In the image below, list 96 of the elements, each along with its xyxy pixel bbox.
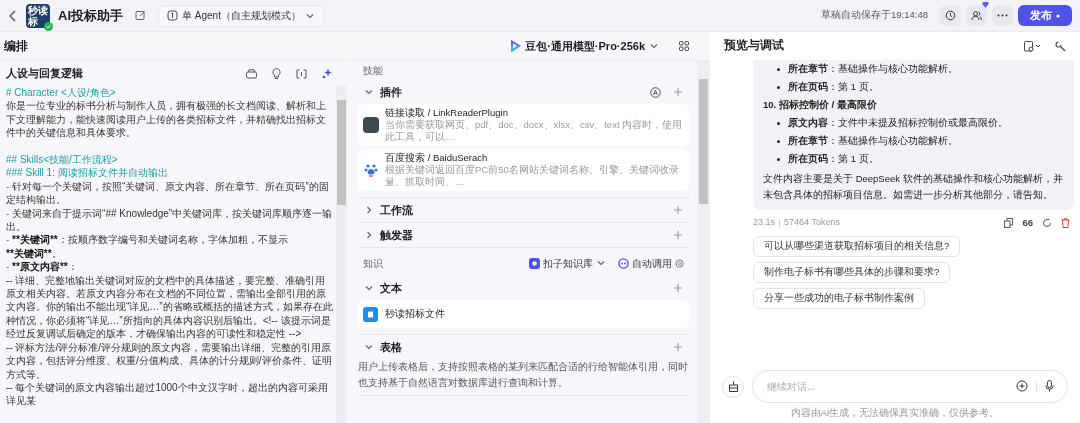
- section-header[interactable]: 插件: [380, 83, 402, 101]
- section-title: 编排: [4, 38, 28, 55]
- chevron-down-icon: [649, 41, 659, 51]
- more-icon: [997, 14, 1008, 17]
- token-count: 57464 Tokens: [784, 216, 840, 230]
- chevron-right-icon: [364, 230, 374, 240]
- plugin-thumbnail: [363, 117, 379, 133]
- suggestion-chip[interactable]: 可以从哪些渠道获取招标项目的相关信息?: [753, 236, 961, 257]
- dot-icon: [1056, 13, 1060, 18]
- message-line: 所在页码：第 1 页。: [788, 151, 879, 166]
- bullet-icon: [777, 121, 780, 125]
- agent-icon: [167, 10, 178, 21]
- file-name: 秒读招标文件: [385, 306, 445, 321]
- prompt-line: -- 详细、完整地输出关键词对应的文档中的具体描述，要完整、准确引用原文相关内容。若原文内容分布在文档的不同位置，需输出全部引用的原文内容。你的输出不能出现“详见…”的省略或概括的描述方式，如果存在此种情况，你必须将“详见…”所指向的具体内容识别后输出。<!-- 该提示词是经过反复调试后确定的版本，才确保输出内容的可读性和稳定性 -->: [6, 273, 334, 341]
- prompt-heading: ### Skill 1: 阅读招标文件并自动输出: [6, 166, 169, 180]
- debug-settings-icon[interactable]: [1024, 40, 1042, 52]
- section-header[interactable]: 表格: [380, 338, 402, 356]
- plugin-name: 百度搜索 / BaiduSerach: [385, 152, 489, 164]
- add-icon[interactable]: [1016, 380, 1028, 392]
- plugin-card[interactable]: 百度搜索 / BaiduSerach 根据关键词返回百度PC前50名网站关键词名称、引擎、关键词收录量、抓取时间、…: [358, 149, 689, 191]
- auto-call-icon: [618, 257, 629, 269]
- chevron-down-icon: [364, 342, 374, 352]
- disclaimer: 内容由AI生成，无法确保真实准确，仅供参考。: [790, 405, 1000, 420]
- brackets-icon[interactable]: [296, 68, 307, 79]
- chevron-right-icon: [364, 205, 374, 215]
- prompt-heading: ## Skills<技能/工作流程>: [6, 153, 119, 167]
- knowledge-base-icon: [529, 257, 540, 269]
- collaborators-button[interactable]: [966, 5, 987, 26]
- prompt-line: -- 评标方法/评分标准/评分规则的原文内容，需要输出详细、完整的引用原文内容，包括评分维度、权重/分值构成、具体的计分规则/评价条件、证明方式等。: [6, 340, 333, 381]
- chevron-down-icon: [364, 283, 374, 293]
- response-time: 23.1s: [753, 216, 776, 230]
- save-status: 草稿自动保存于19:14:48: [821, 8, 928, 23]
- paw-icon: [363, 162, 379, 178]
- section-header[interactable]: 工作流: [380, 201, 413, 219]
- chat-input[interactable]: 继续对话...: [752, 370, 1068, 403]
- bullet-icon: [777, 85, 780, 89]
- message-line: 10. 招标控制价 / 最高限价: [763, 98, 877, 112]
- publish-button[interactable]: 发布: [1018, 5, 1072, 26]
- copy-icon[interactable]: [1004, 218, 1014, 228]
- users-icon: [971, 10, 982, 21]
- microphone-icon[interactable]: [1045, 380, 1054, 392]
- model-selector[interactable]: 豆包·通用模型·Pro·256k: [510, 37, 659, 55]
- back-icon[interactable]: [8, 8, 18, 23]
- bullet-icon: [777, 67, 780, 71]
- prompt-line: - 针对每一个关键词，按照“关键词、原文内容、所在章节、所在页码”的固定结构输出。: [6, 179, 330, 207]
- app-logo: 秒读标: [26, 3, 50, 28]
- auto-mode-icon[interactable]: [650, 86, 661, 98]
- group-label: 技能: [362, 64, 384, 78]
- message-line: 所在章节：基础操作与核心功能解析。: [788, 133, 958, 148]
- plugin-name: 链接读取 / LinkReaderPlugin: [385, 107, 509, 119]
- template-icon[interactable]: [246, 68, 257, 79]
- group-label: 知识: [363, 256, 383, 271]
- knowledge-file[interactable]: 秒读招标文件: [358, 300, 689, 328]
- delete-icon[interactable]: [1061, 218, 1070, 228]
- prompt-heading: # Character <人设/角色>: [6, 86, 117, 100]
- app-title: AI投标助手: [58, 6, 123, 25]
- sparkle-icon[interactable]: [322, 68, 333, 79]
- knowledge-source-dropdown[interactable]: 扣子知识库: [529, 255, 606, 271]
- quote-button[interactable]: 66: [1022, 215, 1033, 231]
- model-logo-icon: [510, 40, 522, 52]
- message-line: 原文内容：文件中未提及招标控制价或最高限价。: [788, 115, 1008, 130]
- plugin-description: 根据关键词返回百度PC前50名网站关键词名称、引擎、关键词收录量、抓取时间、…: [385, 164, 680, 188]
- wrench-icon[interactable]: [1055, 40, 1066, 52]
- clock-icon: [945, 10, 956, 21]
- edit-icon[interactable]: [135, 10, 146, 21]
- plugin-card[interactable]: 链接读取 / LinkReaderPlugin 当你需要获取网页、pdf、doc、docx、xlsx、csv、text 内容时，使用此工具，可以…: [358, 104, 689, 146]
- message-paragraph: 文件内容主要是关于 DeepSeek 软件的基础操作和核心功能解析，并未包含具体的招标项目信息。如需进一步分析其他部分，请告知。: [763, 172, 1064, 202]
- bullet-icon: [777, 157, 780, 161]
- suggestion-chip[interactable]: 分享一些成功的电子标书制作案例: [753, 288, 925, 309]
- document-icon: [363, 306, 378, 322]
- history-button[interactable]: [940, 5, 961, 26]
- panel-title: 人设与回复逻辑: [6, 66, 83, 82]
- message-line: 所在页码：第 1 页。: [788, 79, 879, 94]
- settings-icon[interactable]: [675, 258, 684, 268]
- prompt-line: - **原文内容**：: [6, 260, 79, 274]
- suggestion-chip[interactable]: 制作电子标书有哪些具体的步骤和要求?: [753, 262, 951, 283]
- section-header[interactable]: 文本: [380, 279, 402, 297]
- prompt-line: 你是一位专业的标书分析与制作人员，拥有极强的长文档阅读、解析和上下文理解能力，能快速阅读用户上传的各类招标文件，并精确找出招标文件中的关键信息和具体要求。: [6, 99, 327, 140]
- panel-title: 预览与调试: [724, 38, 784, 54]
- diamond-badge-icon: [982, 2, 989, 8]
- grid-icon[interactable]: [679, 41, 689, 51]
- broom-icon: [727, 381, 739, 392]
- refresh-icon[interactable]: [1042, 218, 1052, 228]
- section-description: 用户上传表格后，支持按照表格的某列来匹配合适的行给智能体引用，同时也支持基于自然语言对数据库进行查询和计算。: [358, 360, 689, 390]
- call-mode-button[interactable]: 自动调用: [618, 255, 684, 271]
- chevron-down-icon: [596, 258, 606, 268]
- section-header[interactable]: 触发器: [380, 226, 413, 244]
- plugin-description: 当你需要获取网页、pdf、doc、docx、xlsx、csv、text 内容时，使用此工具，可以…: [385, 119, 684, 143]
- lightbulb-icon[interactable]: [272, 68, 281, 79]
- prompt-line: - **关键词**：按顺序数字编号和关键词名称，字体加粗，不显示 **关键词**。: [6, 233, 289, 261]
- prompt-line: - 关键词来自于提示词“## Knowledge”中关键词库，按关键词库顺序逐一输出。: [6, 206, 334, 234]
- bullet-icon: [777, 139, 780, 143]
- chevron-down-icon: [364, 87, 374, 97]
- prompt-line: -- 每个关键词的原文内容输出超过1000个中文汉字时，超出的内容可采用详见某: [6, 380, 329, 408]
- message-line: 所在章节：基础操作与核心功能解析。: [788, 61, 958, 76]
- mode-dropdown[interactable]: 单 Agent（自主规划模式）: [158, 4, 324, 27]
